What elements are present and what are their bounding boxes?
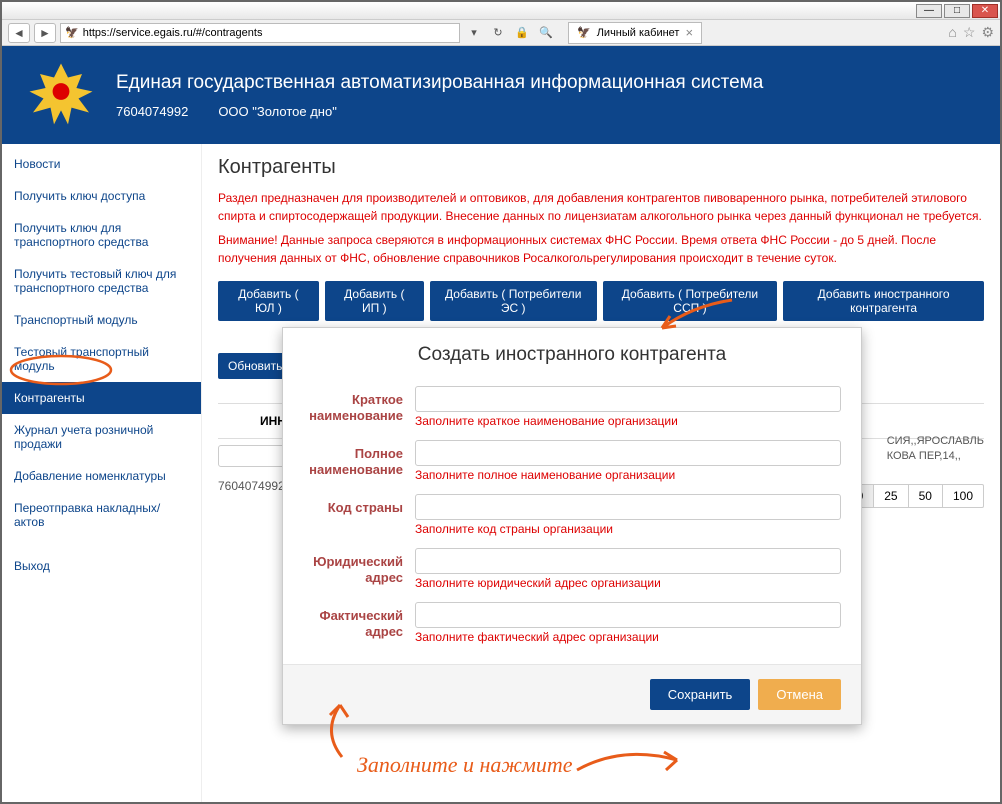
sidebar-item-transport[interactable]: Транспортный модуль bbox=[2, 304, 201, 336]
label-actual-address: Фактический адрес bbox=[303, 602, 403, 639]
site-icon: 🦅 bbox=[65, 26, 79, 39]
dialog-title: Создать иностранного контрагента bbox=[283, 328, 861, 380]
tab-favicon: 🦅 bbox=[577, 26, 591, 39]
sidebar-item-nomenclature[interactable]: Добавление номенклатуры bbox=[2, 460, 201, 492]
label-full-name: Полное наименование bbox=[303, 440, 403, 477]
lock-icon: 🔒 bbox=[512, 24, 532, 42]
sidebar-item-news[interactable]: Новости bbox=[2, 148, 201, 180]
maximize-button[interactable]: □ bbox=[944, 4, 970, 18]
error-country-code: Заполните код страны организации bbox=[415, 522, 841, 536]
back-button[interactable]: ◄ bbox=[8, 23, 30, 43]
error-legal-address: Заполните юридический адрес организации bbox=[415, 576, 841, 590]
warning-1: Раздел предназначен для производителей и… bbox=[218, 189, 984, 225]
error-full-name: Заполните полное наименование организаци… bbox=[415, 468, 841, 482]
input-legal-address[interactable] bbox=[415, 548, 841, 574]
page-title: Контрагенты bbox=[218, 156, 984, 179]
dropdown-icon[interactable]: ▾ bbox=[464, 24, 484, 42]
label-country-code: Код страны bbox=[303, 494, 403, 516]
tab-title: Личный кабинет bbox=[597, 27, 680, 39]
emblem-icon bbox=[26, 60, 96, 130]
add-es-button[interactable]: Добавить ( Потребители ЭС ) bbox=[430, 281, 597, 321]
browser-tab[interactable]: 🦅 Личный кабинет × bbox=[568, 22, 702, 44]
system-title: Единая государственная автоматизированна… bbox=[116, 72, 763, 94]
page-header: Единая государственная автоматизированна… bbox=[2, 46, 1000, 144]
sidebar-item-contragents[interactable]: Контрагенты bbox=[2, 382, 201, 414]
sidebar-item-getkey[interactable]: Получить ключ доступа bbox=[2, 180, 201, 212]
sidebar-item-transportkey[interactable]: Получить ключ для транспортного средства bbox=[2, 212, 201, 258]
error-short-name: Заполните краткое наименование организац… bbox=[415, 414, 841, 428]
sidebar-item-resend[interactable]: Переотправка накладных/актов bbox=[2, 492, 201, 538]
header-org: ООО "Золотое дно" bbox=[218, 104, 337, 119]
warning-2: Внимание! Данные запроса сверяются в инф… bbox=[218, 231, 984, 267]
home-icon[interactable]: ⌂ bbox=[948, 24, 956, 41]
create-foreign-dialog: Создать иностранного контрагента Краткое… bbox=[282, 327, 862, 725]
sidebar-item-exit[interactable]: Выход bbox=[2, 550, 201, 582]
browser-toolbar: ◄ ► 🦅 https://service.egais.ru/#/contrag… bbox=[2, 20, 1000, 46]
reload-icon[interactable]: ↻ bbox=[488, 24, 508, 42]
label-short-name: Краткое наименование bbox=[303, 386, 403, 423]
close-window-button[interactable]: ✕ bbox=[972, 4, 998, 18]
add-ul-button[interactable]: Добавить ( ЮЛ ) bbox=[218, 281, 319, 321]
pager-50[interactable]: 50 bbox=[909, 485, 943, 507]
pager-100[interactable]: 100 bbox=[943, 485, 983, 507]
cancel-button[interactable]: Отмена bbox=[758, 679, 841, 710]
address-bar[interactable]: 🦅 https://service.egais.ru/#/contragents bbox=[60, 23, 460, 43]
save-button[interactable]: Сохранить bbox=[650, 679, 751, 710]
label-legal-address: Юридический адрес bbox=[303, 548, 403, 585]
input-actual-address[interactable] bbox=[415, 602, 841, 628]
input-country-code[interactable] bbox=[415, 494, 841, 520]
address-tail: СИЯ,,ЯРОСЛАВЛЬ КОВА ПЕР,14,, bbox=[887, 434, 984, 465]
sidebar: Новости Получить ключ доступа Получить к… bbox=[2, 144, 202, 802]
input-full-name[interactable] bbox=[415, 440, 841, 466]
gear-icon[interactable]: ⚙ bbox=[981, 24, 994, 41]
forward-button[interactable]: ► bbox=[34, 23, 56, 43]
add-ip-button[interactable]: Добавить ( ИП ) bbox=[325, 281, 424, 321]
url-text: https://service.egais.ru/#/contragents bbox=[83, 27, 455, 39]
sidebar-item-testkey[interactable]: Получить тестовый ключ для транспортного… bbox=[2, 258, 201, 304]
search-icon[interactable]: 🔍 bbox=[536, 24, 556, 42]
star-icon[interactable]: ☆ bbox=[963, 24, 976, 41]
sidebar-item-testtransport[interactable]: Тестовый транспортный модуль bbox=[2, 336, 201, 382]
input-short-name[interactable] bbox=[415, 386, 841, 412]
add-foreign-button[interactable]: Добавить иностранного контрагента bbox=[783, 281, 984, 321]
header-inn: 7604074992 bbox=[116, 104, 188, 119]
tab-close-icon[interactable]: × bbox=[685, 25, 693, 40]
sidebar-item-journal[interactable]: Журнал учета розничной продажи bbox=[2, 414, 201, 460]
pager-25[interactable]: 25 bbox=[874, 485, 908, 507]
error-actual-address: Заполните фактический адрес организации bbox=[415, 630, 841, 644]
window-titlebar: — □ ✕ bbox=[2, 2, 1000, 20]
minimize-button[interactable]: — bbox=[916, 4, 942, 18]
add-ssp-button[interactable]: Добавить ( Потребители ССП ) bbox=[603, 281, 778, 321]
